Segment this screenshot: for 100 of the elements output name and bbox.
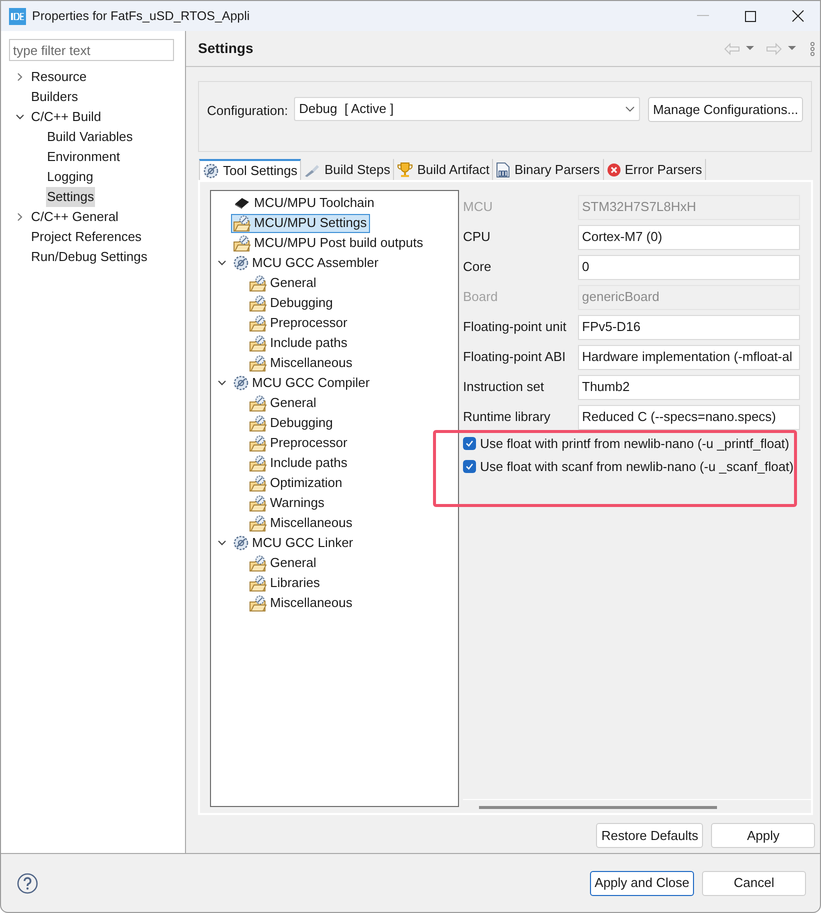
- nav-item[interactable]: C/C++ Build: [30, 107, 102, 127]
- folder-gear-icon: [249, 454, 267, 472]
- page-button[interactable]: Apply: [711, 823, 816, 848]
- nav-item[interactable]: Project References: [30, 227, 143, 247]
- chevron-down-icon: [624, 106, 635, 112]
- field-value: genericBoard: [578, 284, 800, 310]
- tree-item[interactable]: Miscellaneous: [247, 354, 356, 372]
- field-value[interactable]: Thumb2: [578, 374, 800, 400]
- tree-item[interactable]: MCU/MPU Post build outputs: [231, 234, 426, 252]
- tab[interactable]: Binary Parsers: [493, 159, 604, 180]
- field-label: Board: [463, 288, 499, 306]
- tree-item[interactable]: Miscellaneous: [247, 514, 356, 532]
- checkmark-icon: [465, 439, 474, 448]
- configuration-select[interactable]: Debug [ Active ]: [294, 97, 640, 121]
- folder-gear-icon: [249, 354, 267, 372]
- checkbox[interactable]: [463, 460, 476, 473]
- folder-gear-icon: [249, 294, 267, 312]
- nav-item[interactable]: Builders: [30, 87, 79, 107]
- filter-field[interactable]: type filter text: [9, 39, 174, 61]
- folder-gear-icon: [249, 554, 267, 572]
- folder-gear-icon: [233, 234, 251, 252]
- chevron-right-icon[interactable]: [15, 212, 25, 222]
- folder-gear-icon: [249, 574, 267, 592]
- field-label: Instruction set: [463, 378, 545, 396]
- chevron-down-icon[interactable]: [15, 112, 25, 122]
- tree-item[interactable]: Optimization: [247, 474, 346, 492]
- folder-gear-icon: [249, 334, 267, 352]
- field-label: Runtime library: [463, 408, 552, 426]
- tree-item[interactable]: Preprocessor: [247, 314, 350, 332]
- field-label: Core: [463, 258, 492, 276]
- tree-item[interactable]: General: [247, 554, 320, 572]
- dropdown-caret-icon[interactable]: [788, 46, 796, 51]
- more-icon[interactable]: [810, 42, 816, 56]
- field-value: STM32H7S7L8HxH: [578, 194, 800, 220]
- tree-item[interactable]: Include paths: [247, 454, 350, 472]
- configuration-label: Configuration:: [207, 102, 288, 120]
- nav-item[interactable]: Environment: [46, 147, 121, 167]
- nav-item[interactable]: Run/Debug Settings: [30, 247, 148, 267]
- tab[interactable]: Tool Settings: [199, 159, 302, 180]
- folder-gear-icon: [233, 214, 251, 232]
- field-value[interactable]: 0: [578, 254, 800, 280]
- tree-item[interactable]: MCU GCC Assembler: [231, 254, 382, 272]
- tree-item[interactable]: MCU/MPU Toolchain: [231, 194, 378, 212]
- chevron-down-icon[interactable]: [217, 258, 227, 268]
- trophy-icon: [397, 162, 414, 178]
- field-value[interactable]: FPv5-D16: [578, 314, 800, 340]
- chevron-right-icon[interactable]: [15, 72, 25, 82]
- dialog-button[interactable]: Apply and Close: [590, 870, 694, 896]
- chip-icon: [233, 195, 251, 211]
- folder-gear-icon: [249, 434, 267, 452]
- gear-icon: [233, 255, 249, 271]
- close-icon[interactable]: [792, 10, 804, 22]
- field-value[interactable]: Reduced C (--specs=nano.specs): [578, 404, 800, 430]
- chevron-down-icon[interactable]: [217, 538, 227, 548]
- nav-item[interactable]: Resource: [30, 67, 88, 87]
- tree-item[interactable]: MCU GCC Linker: [231, 534, 356, 552]
- page-button[interactable]: Restore Defaults: [596, 823, 704, 848]
- tree-item[interactable]: MCU/MPU Settings: [231, 214, 370, 232]
- dialog-button[interactable]: Cancel: [702, 870, 806, 896]
- tree-item[interactable]: Libraries: [247, 574, 323, 592]
- dropdown-caret-icon[interactable]: [746, 46, 754, 51]
- tab[interactable]: Build Artifact: [394, 159, 494, 180]
- field-label: CPU: [463, 228, 492, 246]
- nav-item[interactable]: Build Variables: [46, 127, 134, 147]
- field-value[interactable]: Hardware implementation (-mfloat-al: [578, 344, 800, 370]
- tab[interactable]: Error Parsers: [604, 159, 706, 180]
- tree-item[interactable]: Preprocessor: [247, 434, 350, 452]
- field-value[interactable]: Cortex-M7 (0): [578, 224, 800, 250]
- help-icon[interactable]: [17, 872, 38, 894]
- tree-item[interactable]: General: [247, 394, 320, 412]
- window-title: Properties for FatFs_uSD_RTOS_Appli: [32, 8, 250, 25]
- checkbox-label: Use float with scanf from newlib-nano (-u _scanf_float): [480, 458, 794, 476]
- nav-item[interactable]: Settings: [46, 187, 95, 207]
- tree-item[interactable]: Debugging: [247, 294, 336, 312]
- tree-item[interactable]: Warnings: [247, 494, 328, 512]
- nav-item[interactable]: Logging: [46, 167, 94, 187]
- folder-gear-icon: [249, 494, 267, 512]
- tab[interactable]: Build Steps: [301, 159, 394, 180]
- gear-icon: [203, 162, 219, 178]
- folder-gear-icon: [249, 514, 267, 532]
- tree-item[interactable]: Include paths: [247, 334, 350, 352]
- tree-item[interactable]: General: [247, 274, 320, 292]
- binary-file-icon: [496, 162, 510, 178]
- maximize-icon[interactable]: [745, 10, 756, 22]
- folder-gear-icon: [249, 394, 267, 412]
- tree-item[interactable]: MCU GCC Compiler: [231, 374, 373, 392]
- tree-item[interactable]: Debugging: [247, 414, 336, 432]
- folder-gear-icon: [249, 474, 267, 492]
- checkbox[interactable]: [463, 437, 476, 450]
- folder-gear-icon: [249, 594, 267, 612]
- horizontal-scrollbar[interactable]: [479, 806, 717, 809]
- manage-configurations-button[interactable]: Manage Configurations...: [648, 97, 804, 122]
- checkmark-icon: [465, 462, 474, 471]
- folder-gear-icon: [249, 414, 267, 432]
- chevron-down-icon[interactable]: [217, 378, 227, 388]
- gear-icon: [233, 535, 249, 551]
- checkbox-label: Use float with printf from newlib-nano (-u _printf_float): [480, 434, 790, 453]
- nav-item[interactable]: C/C++ General: [30, 207, 120, 227]
- error-icon: [606, 162, 621, 176]
- tree-item[interactable]: Miscellaneous: [247, 594, 356, 612]
